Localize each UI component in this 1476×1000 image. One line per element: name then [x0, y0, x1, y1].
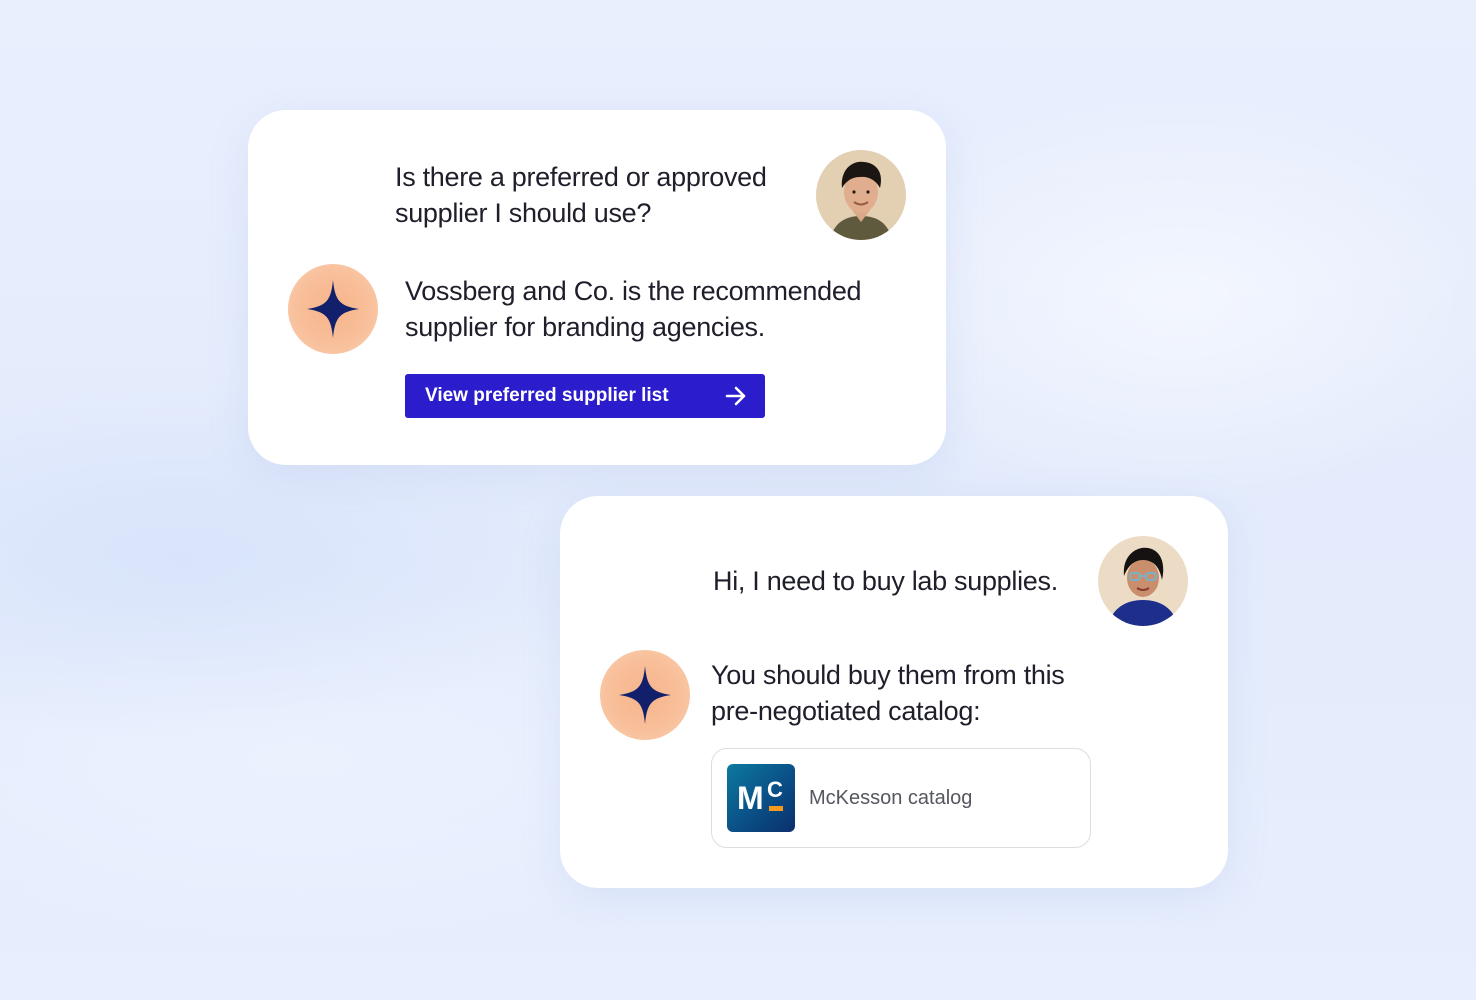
logo-accent-bar	[769, 806, 783, 811]
logo-letter-m: M	[737, 780, 764, 816]
user-message-line-2: supplier I should use?	[395, 198, 652, 228]
user-message: Is there a preferred or approved supplie…	[395, 159, 805, 231]
chat-card-supplier: Is there a preferred or approved supplie…	[248, 110, 946, 465]
assistant-avatar	[288, 264, 378, 354]
user-avatar-man	[816, 150, 906, 240]
assistant-message-line-1: You should buy them from this	[711, 660, 1065, 690]
chat-card-lab-supplies: Hi, I need to buy lab supplies. You shou…	[560, 496, 1228, 888]
assistant-avatar	[600, 650, 690, 740]
assistant-message: Vossberg and Co. is the recommended supp…	[405, 273, 905, 345]
assistant-message-line-1: Vossberg and Co. is the recommended	[405, 276, 862, 306]
user-avatar-woman	[1098, 536, 1188, 626]
logo-letter-c: C	[767, 777, 783, 802]
mckesson-catalog-card[interactable]: M C McKesson catalog	[711, 748, 1091, 848]
arrow-right-icon	[725, 386, 746, 406]
user-message: Hi, I need to buy lab supplies.	[713, 566, 1058, 596]
user-message-line-1: Is there a preferred or approved	[395, 162, 767, 192]
assistant-message-line-2: pre-negotiated catalog:	[711, 696, 981, 726]
sparkle-icon	[307, 280, 359, 338]
assistant-message-line-2: supplier for branding agencies.	[405, 312, 765, 342]
sparkle-icon	[619, 666, 671, 724]
button-label: View preferred supplier list	[425, 385, 669, 406]
view-preferred-supplier-list-button[interactable]: View preferred supplier list	[405, 374, 765, 418]
mckesson-logo: M C	[727, 764, 795, 832]
assistant-message: You should buy them from this pre-negoti…	[711, 657, 1151, 729]
catalog-label: McKesson catalog	[809, 786, 973, 809]
